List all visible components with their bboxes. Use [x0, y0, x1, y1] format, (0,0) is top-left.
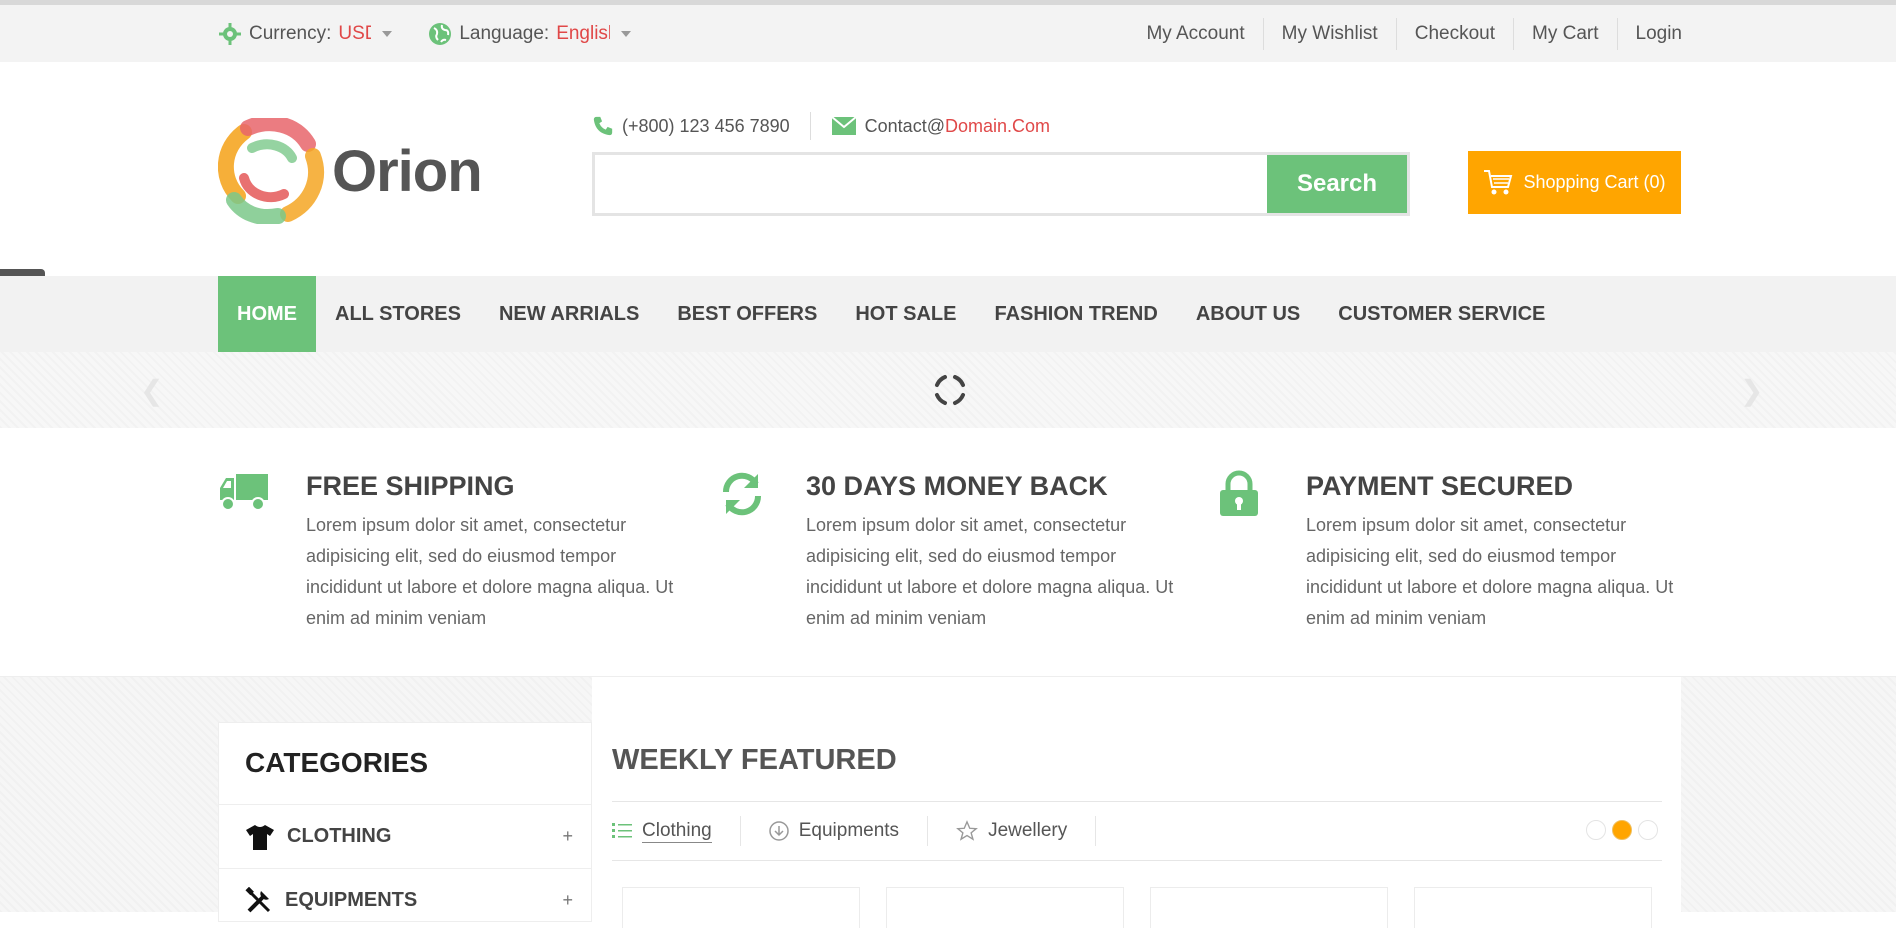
- category-clothing[interactable]: CLOTHING +: [219, 804, 591, 868]
- site-header: Orion (+800) 123 456 7890 Contact@Domain…: [0, 62, 1896, 314]
- product-card[interactable]: [1150, 887, 1388, 928]
- feature-text: Lorem ipsum dolor sit amet, consectetur …: [1306, 515, 1674, 628]
- top-bar: Currency: USD Language: English My Accou…: [0, 0, 1896, 62]
- currency-label: Currency:: [249, 22, 332, 44]
- email-contact: Contact@Domain.Com: [831, 116, 1050, 137]
- logo-mark-icon: [218, 118, 324, 224]
- carousel-dots: [1586, 820, 1658, 840]
- shopping-cart-button[interactable]: Shopping Cart (0): [1468, 151, 1681, 214]
- nav-customer-service[interactable]: CUSTOMER SERVICE: [1319, 276, 1564, 352]
- language-selector[interactable]: Language: English: [428, 22, 632, 46]
- nav-all-stores[interactable]: ALL STORES: [316, 276, 480, 352]
- logo-text: Orion: [332, 138, 483, 204]
- download-circle-icon: [768, 821, 789, 841]
- tshirt-icon: [246, 824, 274, 850]
- tab-label: Equipments: [798, 820, 900, 841]
- nav-home[interactable]: HOME: [218, 276, 316, 352]
- checkout-link[interactable]: Checkout: [1395, 17, 1513, 50]
- nav-about-us[interactable]: ABOUT US: [1177, 276, 1319, 352]
- tab-clothing[interactable]: Clothing: [612, 816, 741, 846]
- search-input[interactable]: [595, 155, 1261, 213]
- cart-label: Shopping Cart (0): [1523, 172, 1666, 192]
- refresh-icon: [722, 472, 762, 516]
- tab-label: Clothing: [642, 819, 712, 843]
- nav-fashion-trend[interactable]: FASHION TREND: [975, 276, 1176, 352]
- feature-title: FREE SHIPPING: [306, 471, 515, 501]
- featured-title: WEEKLY FEATURED: [612, 744, 897, 776]
- features-strip: FREE SHIPPING Lorem ipsum dolor sit amet…: [0, 428, 1896, 677]
- currency-value: USD: [338, 22, 371, 44]
- phone-contact: (+800) 123 456 7890: [592, 115, 790, 137]
- tab-label: Jewellery: [988, 820, 1068, 841]
- search-button[interactable]: Search: [1267, 155, 1407, 213]
- account-links: My Account My Wishlist Checkout My Cart …: [1128, 17, 1701, 50]
- email-prefix: Contact@: [864, 115, 945, 136]
- envelope-icon: [831, 116, 857, 135]
- category-equipments[interactable]: EQUIPMENTS +: [219, 868, 591, 932]
- email-domain: Domain.Com: [944, 115, 1050, 136]
- my-cart-link[interactable]: My Cart: [1513, 17, 1617, 50]
- tab-equipments[interactable]: Equipments: [768, 816, 929, 846]
- expand-plus-icon[interactable]: +: [562, 826, 573, 847]
- hero-slider: ❮ ❯: [0, 352, 1896, 428]
- feature-text: Lorem ipsum dolor sit amet, consectetur …: [806, 515, 1174, 628]
- top-bar-selectors: Currency: USD Language: English: [218, 22, 632, 46]
- expand-plus-icon[interactable]: +: [562, 890, 573, 911]
- main-navigation: HOME ALL STORES NEW ARRIALS BEST OFFERS …: [0, 276, 1896, 352]
- feature-title: 30 DAYS MONEY BACK: [806, 471, 1108, 501]
- feature-title: PAYMENT SECURED: [1306, 471, 1574, 501]
- product-card[interactable]: [886, 887, 1124, 928]
- currency-selector[interactable]: Currency: USD: [218, 22, 393, 46]
- feature-text: Lorem ipsum dolor sit amet, consectetur …: [306, 515, 674, 628]
- nav-hot-sale[interactable]: HOT SALE: [836, 276, 975, 352]
- language-value: English: [556, 22, 610, 44]
- gear-icon: [219, 22, 241, 45]
- weekly-featured-panel: WEEKLY FEATURED Clothing Equipments Jewe…: [592, 677, 1681, 928]
- cart-icon: [1484, 169, 1513, 194]
- nav-menu: HOME ALL STORES NEW ARRIALS BEST OFFERS …: [218, 276, 1564, 352]
- star-icon: [956, 820, 979, 841]
- carousel-dot[interactable]: [1586, 820, 1606, 840]
- my-wishlist-link[interactable]: My Wishlist: [1262, 17, 1396, 50]
- carousel-dot[interactable]: [1638, 820, 1658, 840]
- phone-number: (+800) 123 456 7890: [622, 115, 790, 136]
- product-card[interactable]: [1414, 887, 1652, 928]
- login-link[interactable]: Login: [1616, 17, 1701, 50]
- product-card[interactable]: [622, 887, 860, 928]
- email-address[interactable]: Contact@Domain.Com: [865, 116, 1050, 137]
- tools-icon: [245, 886, 271, 912]
- nav-new-arrivals[interactable]: NEW ARRIALS: [480, 276, 658, 352]
- featured-tabs: Clothing Equipments Jewellery: [612, 801, 1662, 861]
- truck-icon: [220, 474, 268, 511]
- tab-jewellery[interactable]: Jewellery: [956, 816, 1097, 846]
- categories-panel: CATEGORIES CLOTHING + EQUIPMENTS +: [218, 722, 592, 922]
- nav-best-offers[interactable]: BEST OFFERS: [658, 276, 836, 352]
- my-account-link[interactable]: My Account: [1128, 18, 1262, 50]
- carousel-dot-active[interactable]: [1612, 820, 1632, 840]
- search-form: Search: [592, 152, 1410, 216]
- globe-icon: [429, 22, 452, 45]
- chevron-down-icon: [621, 30, 632, 37]
- phone-icon: [593, 116, 613, 136]
- chevron-down-icon: [382, 30, 393, 37]
- product-cards: [622, 887, 1652, 928]
- categories-title: CATEGORIES: [245, 747, 429, 778]
- products-section: CATEGORIES CLOTHING + EQUIPMENTS + WEEKL…: [0, 677, 1896, 928]
- loading-spinner-icon: [935, 375, 965, 405]
- category-label: EQUIPMENTS: [285, 889, 418, 911]
- language-label: Language:: [459, 22, 550, 44]
- category-label: CLOTHING: [287, 825, 392, 847]
- contact-divider: [809, 112, 811, 140]
- slider-next-arrow[interactable]: ❯: [1740, 374, 1763, 407]
- list-icon: [612, 823, 632, 838]
- contact-info: (+800) 123 456 7890 Contact@Domain.Com: [592, 112, 1050, 140]
- site-logo[interactable]: Orion: [218, 118, 483, 224]
- top-bar-inner: Currency: USD Language: English My Accou…: [218, 5, 1682, 62]
- slider-prev-arrow[interactable]: ❮: [140, 374, 163, 407]
- lock-icon: [1220, 470, 1258, 516]
